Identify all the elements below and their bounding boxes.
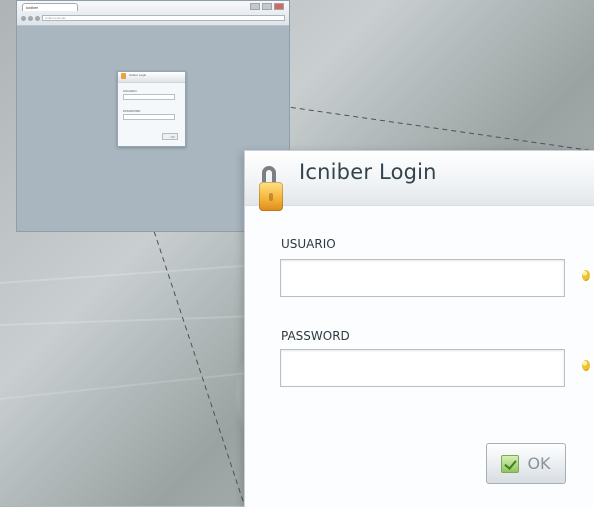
password-input[interactable]: [281, 350, 564, 386]
browser-navigation: icniber.example: [21, 14, 285, 22]
browser-toolbar: Icniber icniber.example: [17, 1, 289, 26]
login-dialog: Icniber Login USUARIO PASSWORD OK: [244, 150, 594, 507]
thumbnail-ok-button[interactable]: OK: [162, 133, 178, 140]
password-label: PASSWORD: [281, 329, 350, 343]
lock-body: [259, 182, 283, 211]
lock-icon: [121, 73, 126, 79]
maximize-icon[interactable]: [262, 3, 272, 10]
refresh-icon[interactable]: [35, 15, 40, 21]
thumbnail-username-label: USUARIO: [123, 89, 137, 93]
required-indicator-icon: [582, 360, 590, 371]
back-icon[interactable]: [21, 15, 26, 21]
minimize-icon[interactable]: [250, 3, 260, 10]
required-indicator-icon: [582, 270, 590, 281]
login-title: Icniber Login: [299, 160, 437, 184]
username-input[interactable]: [281, 260, 564, 296]
username-label: USUARIO: [281, 237, 336, 251]
login-header: Icniber Login: [245, 151, 594, 211]
browser-tab-title: Icniber: [26, 5, 39, 10]
username-field-container: [280, 259, 565, 297]
forward-icon[interactable]: [28, 15, 33, 21]
thumbnail-password-field[interactable]: [123, 114, 175, 120]
address-bar[interactable]: icniber.example: [42, 15, 285, 21]
ok-button[interactable]: OK: [486, 443, 566, 484]
thumbnail-password-label: PASSWORD: [123, 109, 141, 113]
password-field-container: [280, 349, 565, 387]
lock-icon: [259, 166, 283, 216]
thumbnail-login-title: Icniber Login: [129, 73, 147, 77]
thumbnail-login-dialog: Icniber Login USUARIO PASSWORD OK: [117, 71, 186, 147]
close-icon[interactable]: [274, 3, 284, 10]
ok-label: OK: [527, 454, 551, 473]
check-icon: [501, 454, 520, 473]
browser-tab[interactable]: Icniber: [22, 3, 78, 11]
thumbnail-username-field[interactable]: [123, 94, 175, 100]
thumbnail-login-header: Icniber Login: [118, 72, 185, 83]
browser-window-controls: [250, 3, 284, 10]
